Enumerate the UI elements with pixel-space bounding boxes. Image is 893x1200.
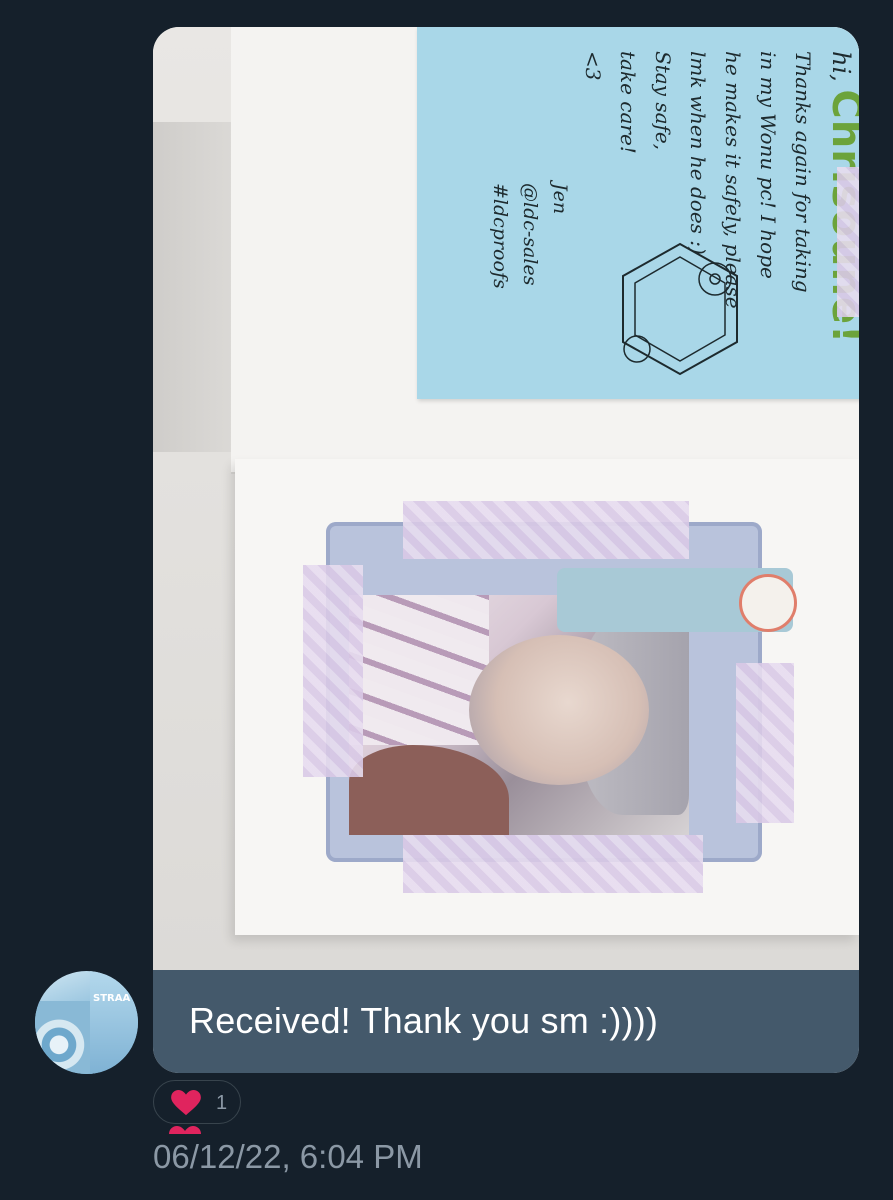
washi-tape xyxy=(736,663,794,823)
reaction-indicator-icon xyxy=(169,1126,201,1134)
message-bubble[interactable]: Received! Thank you sm :)))) xyxy=(153,970,859,1073)
message-text: Received! Thank you sm :)))) xyxy=(189,1000,659,1041)
note-line: Thanks again for taking xyxy=(791,51,815,293)
sticky-note: hi, Chrisoune! Thanks again for taking i… xyxy=(417,27,859,399)
message-timestamp: 06/12/22, 6:04 PM xyxy=(153,1138,423,1175)
note-line: in my Wonu pc! I hope xyxy=(756,51,780,279)
avatar-image-right xyxy=(90,971,138,1074)
photocard-face xyxy=(469,635,649,785)
reaction-pill[interactable]: 1 xyxy=(153,1080,241,1124)
washi-tape xyxy=(403,501,689,559)
washi-tape xyxy=(837,167,859,317)
photocard-shirt xyxy=(349,595,489,745)
reaction-count: 1 xyxy=(216,1092,228,1114)
note-line: <3 xyxy=(581,51,605,81)
avatar-image-left xyxy=(35,1001,95,1074)
photocard-hand xyxy=(349,745,509,835)
note-signature: @ldc-sales xyxy=(519,183,541,286)
attached-photo[interactable]: hi, Chrisoune! Thanks again for taking i… xyxy=(153,27,859,970)
hexagon-doodle xyxy=(622,242,738,376)
heart-icon xyxy=(171,1090,201,1116)
card-upper-panel: hi, Chrisoune! Thanks again for taking i… xyxy=(231,27,859,474)
avatar-label: STRAA xyxy=(93,993,131,1004)
message-card[interactable]: hi, Chrisoune! Thanks again for taking i… xyxy=(153,27,859,1073)
washi-tape xyxy=(303,565,363,777)
deco-sticker xyxy=(557,568,797,632)
washi-tape xyxy=(403,835,703,893)
sticker-circle xyxy=(739,574,797,632)
avatar[interactable]: STRAA xyxy=(35,971,138,1074)
note-signature: Jen xyxy=(549,183,571,215)
note-signature: #ldcproofs xyxy=(489,183,511,289)
